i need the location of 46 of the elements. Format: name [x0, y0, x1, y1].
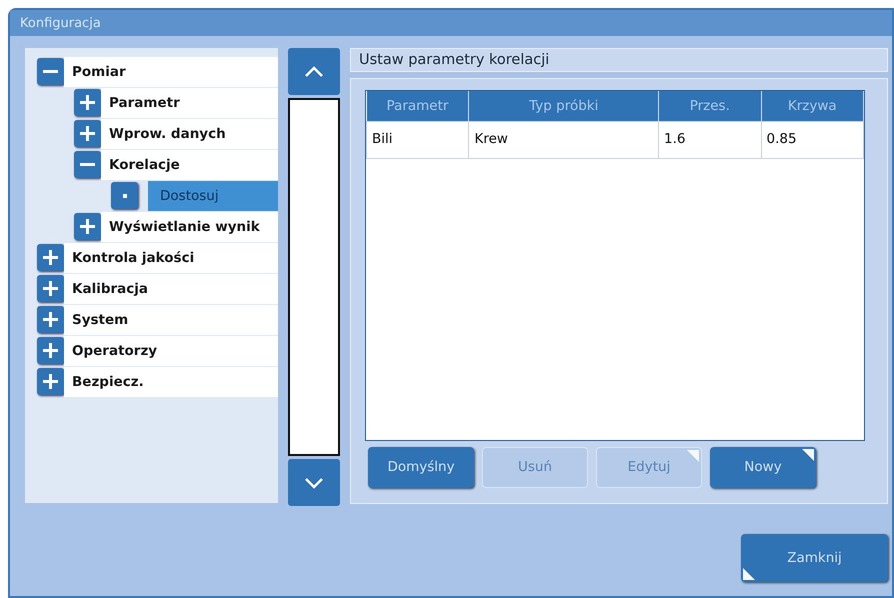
tree-item[interactable]: Bezpiecz. [64, 366, 278, 396]
tree-item[interactable]: Operatorzy [64, 336, 278, 366]
plus-icon [43, 343, 58, 358]
expand-button[interactable] [74, 213, 101, 240]
expand-button[interactable] [37, 275, 64, 302]
plus-icon [80, 126, 95, 141]
minus-icon [43, 70, 58, 73]
tree-item[interactable]: Kontrola jakości [64, 242, 278, 272]
chevron-up-icon [303, 64, 325, 78]
plus-icon [80, 219, 95, 234]
tree-item[interactable]: Wprow. danych [101, 118, 278, 148]
tree-item[interactable]: System [64, 304, 278, 334]
collapse-button[interactable] [37, 58, 64, 85]
tree-item[interactable]: Dostosuj [148, 180, 278, 210]
plus-icon [80, 95, 95, 110]
tree-item[interactable]: Korelacje [101, 150, 278, 180]
scroll-track[interactable] [288, 98, 340, 456]
expand-button[interactable] [37, 244, 64, 271]
table-cell: Bili [366, 121, 469, 158]
table-cell: Krew [468, 121, 659, 158]
plus-icon [43, 374, 58, 389]
window-title: Konfiguracja [10, 10, 892, 36]
plus-icon [43, 281, 58, 296]
scroll-down-button[interactable] [288, 459, 340, 506]
tree-item[interactable]: Parametr [101, 88, 278, 118]
expand-button[interactable] [37, 337, 64, 364]
plus-icon [43, 312, 58, 327]
leaf-button[interactable] [111, 182, 138, 209]
chevron-down-icon [303, 476, 325, 490]
panel-title: Ustaw parametry korelacji [350, 48, 888, 72]
expand-button[interactable] [74, 89, 101, 116]
collapse-button[interactable] [74, 151, 101, 178]
tree-item[interactable]: Wyświetlanie wynik [101, 212, 278, 242]
table-cell: 0.85 [761, 121, 864, 158]
minus-icon [80, 163, 95, 166]
expand-button[interactable] [37, 306, 64, 333]
tree-item[interactable]: Pomiar [64, 56, 278, 86]
action-button[interactable]: Zamknij [741, 534, 888, 582]
action-button[interactable]: Nowy [710, 447, 816, 488]
table-cell: 1.6 [658, 121, 762, 158]
action-button[interactable]: Domyślny [368, 447, 474, 488]
expand-button[interactable] [37, 368, 64, 395]
tree-item[interactable]: Kalibracja [64, 274, 278, 304]
plus-icon [43, 250, 58, 265]
scroll-up-button[interactable] [288, 48, 340, 95]
expand-button[interactable] [74, 120, 101, 147]
